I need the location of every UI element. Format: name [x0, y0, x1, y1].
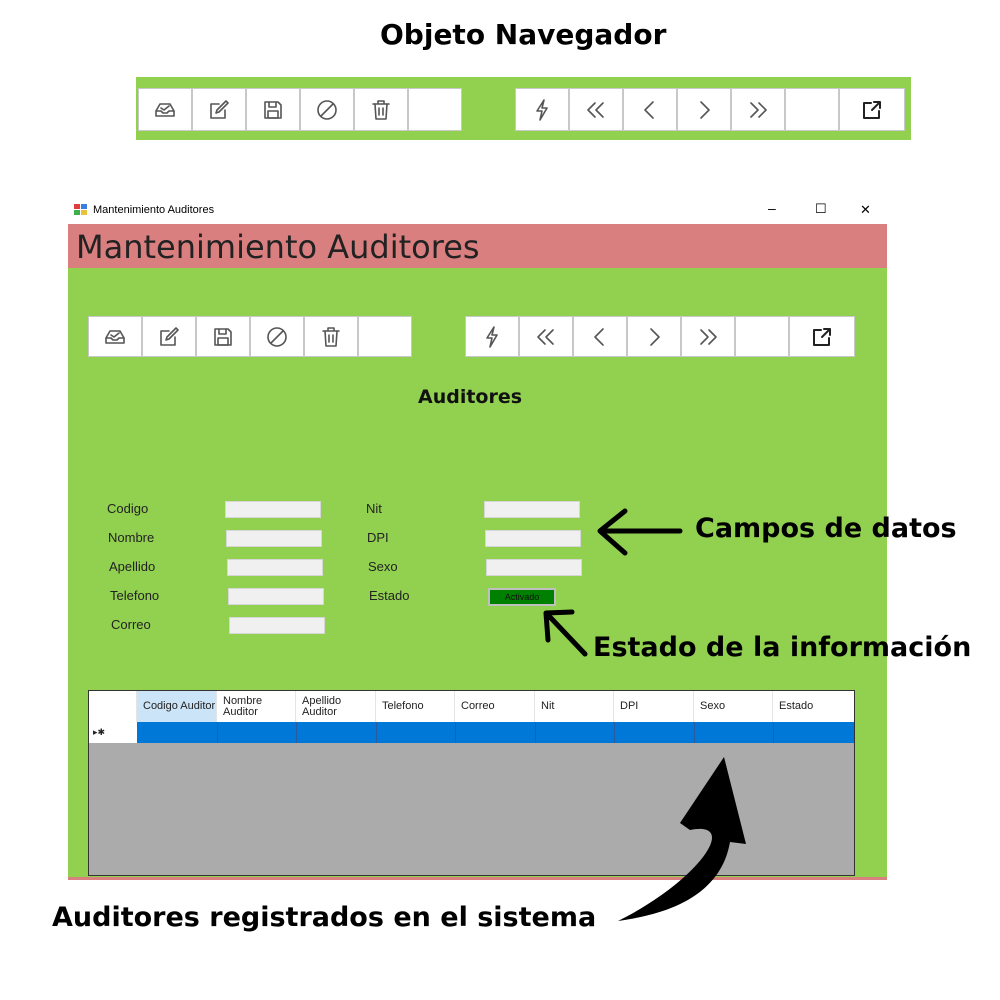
- title-bar: Mantenimiento Auditores – ☐ ✕: [68, 198, 887, 224]
- correo-label: Correo: [111, 617, 151, 632]
- refresh-icon: [536, 98, 548, 121]
- edit-button[interactable]: [142, 316, 196, 357]
- telefono-field[interactable]: [228, 588, 324, 605]
- correo-field[interactable]: [229, 617, 325, 634]
- column-header-telefono[interactable]: Telefono: [376, 691, 455, 722]
- next-icon: [650, 327, 660, 346]
- grid-corner: [89, 691, 137, 722]
- codigo-label: Codigo: [107, 501, 149, 516]
- empty-button-2[interactable]: [735, 316, 789, 357]
- inbox-button[interactable]: [138, 88, 192, 131]
- save-button[interactable]: [196, 316, 250, 357]
- form-toolbar-right: [465, 316, 855, 357]
- delete-button[interactable]: [304, 316, 358, 357]
- close-button[interactable]: ✕: [860, 202, 871, 218]
- nombre-field[interactable]: [226, 530, 322, 547]
- column-header-sexo[interactable]: Sexo: [694, 691, 773, 722]
- dpi-label: DPI: [367, 530, 389, 545]
- app-icon: [74, 204, 87, 216]
- save-button[interactable]: [246, 88, 300, 131]
- trash-icon: [322, 326, 340, 347]
- maximize-button[interactable]: ☐: [815, 201, 827, 217]
- apellido-label: Apellido: [109, 559, 156, 574]
- table-row[interactable]: [137, 722, 854, 743]
- refresh-button[interactable]: [465, 316, 519, 357]
- grid-caption: Auditores registrados en el sistema: [52, 902, 597, 933]
- delete-button[interactable]: [354, 88, 408, 131]
- section-title: Auditores: [418, 386, 523, 408]
- first-button[interactable]: [569, 88, 623, 131]
- first-icon: [537, 328, 554, 345]
- apellido-field[interactable]: [227, 559, 323, 576]
- first-button[interactable]: [519, 316, 573, 357]
- navigator-toolbar: [136, 77, 911, 140]
- dpi-field[interactable]: [485, 530, 581, 547]
- previous-icon: [644, 100, 654, 119]
- nit-field[interactable]: [484, 501, 580, 518]
- next-button[interactable]: [627, 316, 681, 357]
- edit-icon: [160, 326, 179, 346]
- column-header-dpi[interactable]: DPI: [614, 691, 694, 722]
- column-header-codigo[interactable]: Codigo Auditor: [137, 691, 217, 722]
- estado-button[interactable]: Activado: [488, 588, 556, 606]
- form-toolbar-left: [88, 316, 412, 357]
- sexo-label: Sexo: [368, 559, 398, 574]
- cancel-icon: [267, 326, 287, 347]
- save-icon: [264, 100, 282, 119]
- save-icon: [214, 327, 232, 346]
- codigo-field[interactable]: [225, 501, 321, 518]
- edit-icon: [210, 99, 229, 119]
- column-header-correo[interactable]: Correo: [455, 691, 535, 722]
- column-header-nombre[interactable]: Nombre Auditor: [217, 691, 296, 722]
- external-link-button[interactable]: [839, 88, 905, 131]
- empty-button-2[interactable]: [785, 88, 839, 131]
- fields-caption: Campos de datos: [695, 513, 957, 544]
- next-icon: [700, 100, 710, 119]
- row-header[interactable]: ▸✱: [89, 722, 137, 743]
- external-link-button[interactable]: [789, 316, 855, 357]
- previous-button[interactable]: [573, 316, 627, 357]
- nit-label: Nit: [366, 501, 382, 516]
- empty-button[interactable]: [408, 88, 462, 131]
- cancel-icon: [317, 99, 337, 120]
- form-header: Mantenimiento Auditores: [68, 224, 887, 268]
- inbox-button[interactable]: [88, 316, 142, 357]
- header-title: Mantenimiento Auditores: [76, 228, 480, 266]
- last-button[interactable]: [731, 88, 785, 131]
- empty-button[interactable]: [358, 316, 412, 357]
- column-header-estado[interactable]: Estado: [773, 691, 854, 722]
- nombre-label: Nombre: [108, 530, 155, 545]
- edit-button[interactable]: [192, 88, 246, 131]
- column-header-nit[interactable]: Nit: [535, 691, 614, 722]
- first-icon: [587, 101, 604, 118]
- inbox-icon: [155, 102, 175, 117]
- state-caption: Estado de la información: [593, 632, 972, 663]
- external-link-icon: [813, 327, 831, 346]
- cancel-button[interactable]: [250, 316, 304, 357]
- previous-button[interactable]: [623, 88, 677, 131]
- column-header-apellido[interactable]: Apellido Auditor: [296, 691, 376, 722]
- minimize-button[interactable]: –: [768, 200, 776, 216]
- trash-icon: [372, 99, 390, 120]
- navigator-caption: Objeto Navegador: [380, 18, 667, 51]
- previous-icon: [594, 327, 604, 346]
- last-button[interactable]: [681, 316, 735, 357]
- sexo-field[interactable]: [486, 559, 582, 576]
- next-button[interactable]: [677, 88, 731, 131]
- telefono-label: Telefono: [110, 588, 160, 603]
- estado-label: Estado: [369, 588, 410, 603]
- refresh-button[interactable]: [515, 88, 569, 131]
- form-body: Mantenimiento Auditores Auditores Codigo…: [68, 224, 887, 880]
- window-title: Mantenimiento Auditores: [93, 204, 215, 216]
- last-icon: [700, 328, 717, 345]
- inbox-icon: [105, 329, 125, 344]
- external-link-icon: [863, 100, 881, 119]
- refresh-icon: [486, 325, 498, 348]
- last-icon: [750, 101, 767, 118]
- auditors-grid[interactable]: Codigo Auditor Nombre Auditor Apellido A…: [88, 690, 855, 876]
- cancel-button[interactable]: [300, 88, 354, 131]
